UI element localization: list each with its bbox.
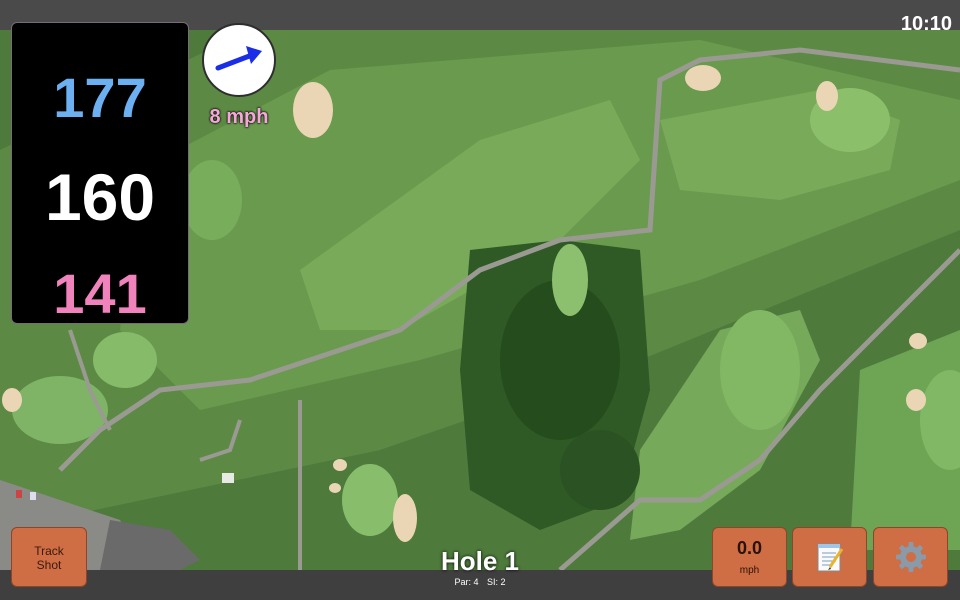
hole-title: Hole 1 xyxy=(440,546,520,576)
track-shot-button[interactable]: Track Shot xyxy=(11,527,87,587)
gear-icon xyxy=(895,542,926,572)
back-distance: 177 xyxy=(53,66,147,129)
wind-arrow-icon xyxy=(215,46,262,71)
track-shot-label-line1: Track xyxy=(34,544,64,558)
wind-speed-label: 8 mph xyxy=(209,106,269,128)
track-shot-label-line2: Shot xyxy=(36,558,62,572)
notes-button[interactable] xyxy=(792,527,867,587)
middle-distance: 160 xyxy=(44,160,156,234)
notepad-icon xyxy=(817,543,843,572)
distance-panel: 177 160 141 xyxy=(11,22,189,325)
speed-button[interactable]: 0.0 mph xyxy=(712,527,787,587)
front-distance: 141 xyxy=(53,262,147,325)
wind-direction-dial xyxy=(202,23,276,97)
speed-value: 0.0 xyxy=(736,538,763,558)
settings-button[interactable] xyxy=(873,527,948,587)
hole-meta: Par: 4 SI: 2 xyxy=(400,577,560,587)
stroke-index-label: SI: 2 xyxy=(487,577,506,587)
par-label: Par: 4 xyxy=(454,577,479,587)
speed-unit: mph xyxy=(739,565,760,576)
